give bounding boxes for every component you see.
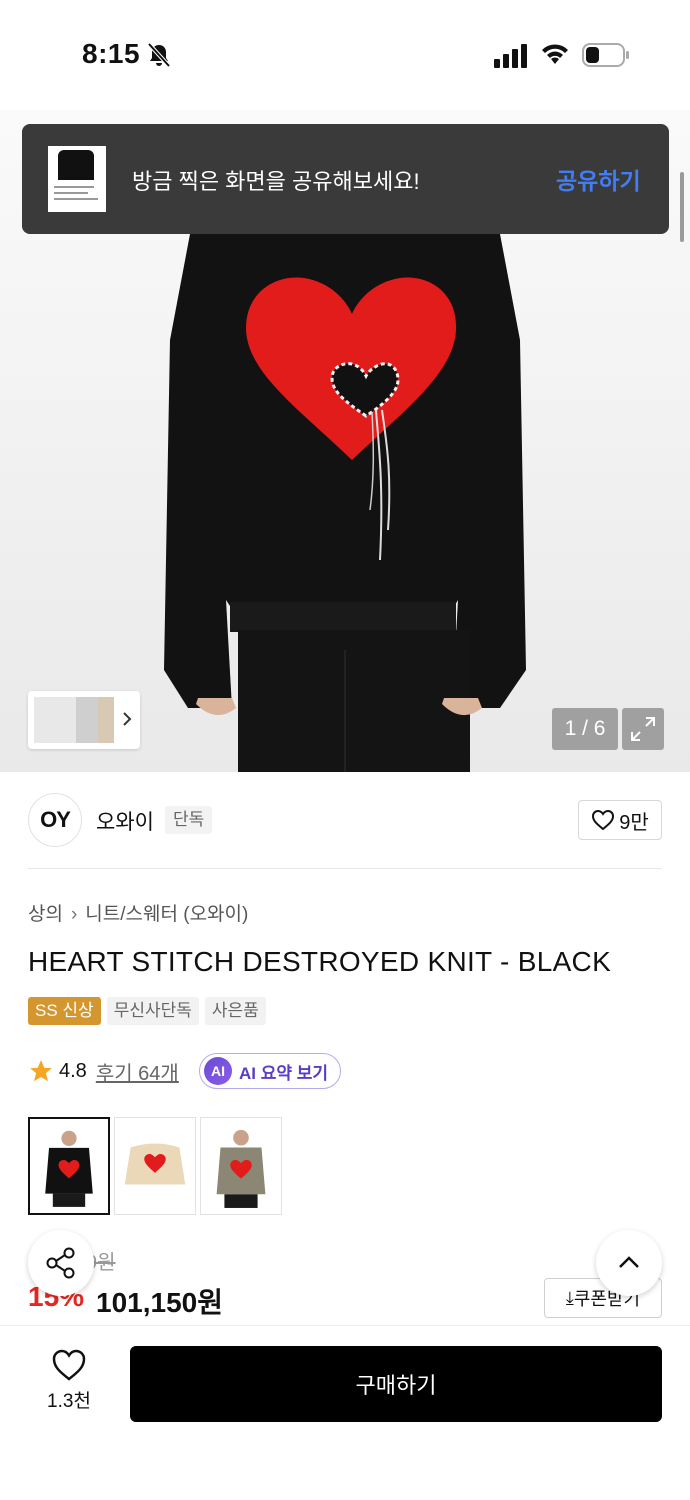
scrollbar[interactable] <box>680 172 684 242</box>
gallery-counter: 1 / 6 <box>552 708 618 750</box>
divider <box>28 868 662 869</box>
badge-new: SS 신상 <box>28 997 101 1025</box>
badge-gift: 사은품 <box>204 997 266 1025</box>
battery-icon <box>582 43 629 67</box>
scroll-top-button[interactable] <box>596 1230 662 1296</box>
gallery-thumb[interactable] <box>34 697 76 743</box>
screenshot-thumbnail[interactable] <box>48 146 106 212</box>
ai-icon: AI <box>204 1057 232 1085</box>
color-option-black[interactable] <box>28 1117 110 1215</box>
wishlist-count: 1.3천 <box>47 1391 91 1412</box>
toast-message: 방금 찍은 화면을 공유해보세요! <box>132 169 420 194</box>
buy-button[interactable]: 구매하기 <box>130 1346 662 1422</box>
review-link[interactable]: 후기 64개 <box>96 1057 179 1086</box>
product-badges: SS 신상 무신사단독 사은품 <box>28 997 266 1025</box>
heart-outline-icon <box>592 809 615 831</box>
color-options <box>28 1117 282 1215</box>
share-action-button[interactable]: 공유하기 <box>556 162 641 196</box>
gallery-thumbnail-strip[interactable] <box>28 691 140 749</box>
color-option-cream[interactable] <box>114 1117 196 1215</box>
breadcrumb-item[interactable]: 상의 <box>28 899 63 926</box>
share-icon <box>46 1247 75 1279</box>
gallery-thumb[interactable] <box>76 697 98 743</box>
bell-off-icon <box>147 42 171 68</box>
download-icon: ⤓ <box>565 1287 574 1308</box>
color-swatch-image <box>45 1130 93 1207</box>
star-icon <box>30 1060 52 1082</box>
color-swatch-image <box>216 1129 266 1208</box>
wifi-icon <box>542 44 568 64</box>
status-time: 8:15 <box>82 38 141 69</box>
chevron-up-icon <box>619 1256 639 1268</box>
sale-price: 101,150원 <box>96 1287 223 1318</box>
share-toast: 방금 찍은 화면을 공유해보세요! 공유하기 <box>22 124 669 234</box>
signal-icon <box>494 44 527 68</box>
color-swatch-image <box>124 1143 186 1185</box>
heart-outline-icon <box>52 1349 86 1381</box>
status-bar: 8:15 <box>0 0 690 110</box>
expand-button[interactable] <box>622 708 664 750</box>
wishlist-button[interactable]: 1.3천 <box>28 1348 110 1418</box>
product-title: HEART STITCH DESTROYED KNIT - BLACK <box>28 946 612 977</box>
share-button[interactable] <box>28 1230 94 1296</box>
rating: 4.8 후기 64개 <box>28 1053 179 1089</box>
expand-icon <box>631 717 655 741</box>
rating-score: 4.8 <box>59 1059 87 1082</box>
breadcrumb: 상의 › 니트/스웨터 (오와이) <box>28 899 248 926</box>
brand-like-button[interactable]: 9만 <box>578 800 662 840</box>
brand-like-count: 9만 <box>619 811 649 834</box>
ai-summary-button[interactable]: AI AI 요약 보기 <box>199 1053 341 1089</box>
color-option-khaki[interactable] <box>200 1117 282 1215</box>
exclusive-tag: 단독 <box>165 806 213 834</box>
gallery-thumb[interactable] <box>98 697 114 743</box>
ai-summary-label: AI 요약 보기 <box>239 1063 329 1083</box>
chevron-right-icon[interactable] <box>120 707 134 731</box>
brand-name[interactable]: 오와이 <box>96 806 154 836</box>
brand-logo[interactable]: OY <box>28 793 82 847</box>
badge-exclusive: 무신사단독 <box>106 997 199 1025</box>
bottom-bar: 1.3천 구매하기 <box>0 1325 690 1500</box>
breadcrumb-separator: › <box>70 904 78 925</box>
breadcrumb-item[interactable]: 니트/스웨터 (오와이) <box>85 899 248 926</box>
